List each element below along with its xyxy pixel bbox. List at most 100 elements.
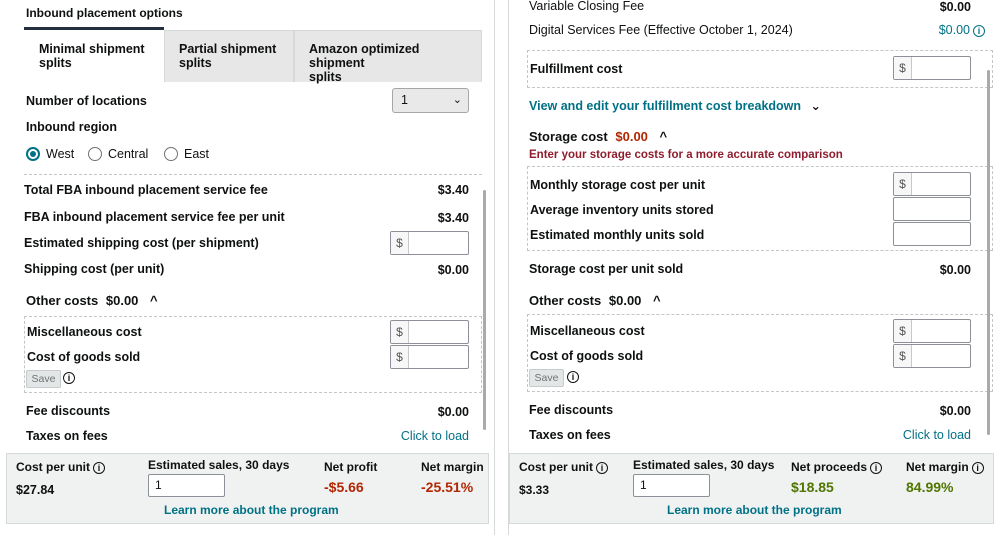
estimated-sales-input[interactable]: 1 [148, 474, 225, 497]
amazon-fulfillment-panel: Variable Closing Fee $0.00 Digital Servi… [508, 0, 1000, 535]
placement-tabs: Minimal shipment splits Partial shipment… [24, 30, 482, 84]
inbound-placement-title: Inbound placement options [26, 6, 183, 20]
other-costs-value: $0.00 [608, 293, 642, 308]
estimated-shipping-label: Estimated shipping cost (per shipment) [24, 236, 259, 250]
taxes-on-fees-label: Taxes on fees [529, 428, 611, 442]
info-icon[interactable]: i [596, 461, 608, 474]
number-of-locations-label: Number of locations [26, 94, 147, 108]
total-placement-fee-value: $3.40 [437, 183, 469, 197]
estimated-sales-input[interactable]: 1 [633, 474, 710, 497]
estimated-sales-label: Estimated sales, 30 days [633, 458, 775, 472]
input-area[interactable] [409, 321, 468, 343]
taxes-click-to-load-link[interactable]: Click to load [380, 429, 469, 443]
other-costs-toggle[interactable]: Other costs $0.00 ^ [26, 293, 158, 308]
cost-per-unit-label: Cost per unit i [16, 460, 105, 474]
input-area[interactable] [409, 346, 468, 368]
chevron-down-icon: ⌄ [810, 99, 822, 113]
inbound-region-label: Inbound region [26, 120, 117, 134]
number-of-locations-select[interactable]: 1 ⌄ [392, 88, 469, 113]
tab-label-line: Minimal shipment [39, 42, 145, 56]
fulfillment-cost-input[interactable]: $ [893, 56, 971, 80]
region-radio-central[interactable]: Central [88, 147, 148, 161]
net-proceeds-value: $18.85 [791, 479, 834, 495]
currency-prefix: $ [391, 346, 409, 368]
info-icon[interactable]: i [93, 461, 105, 474]
net-margin-value: -25.51% [421, 479, 474, 495]
chevron-up-icon: ^ [653, 293, 661, 308]
taxes-click-to-load-link[interactable]: Click to load [879, 428, 971, 442]
input-area[interactable] [912, 320, 970, 342]
est-monthly-sold-input[interactable] [893, 222, 971, 246]
net-margin-label: Net margin i [906, 460, 984, 474]
cogs-input[interactable]: $ [390, 345, 469, 369]
summary-footer: Cost per unit i $3.33 Estimated sales, 30… [509, 453, 994, 524]
variable-closing-fee-value: $0.00 [939, 0, 971, 14]
digital-services-fee-value: $0.00 i [889, 23, 985, 37]
scrollbar[interactable] [483, 190, 486, 430]
other-costs-toggle[interactable]: Other costs $0.00 ^ [529, 293, 661, 308]
digital-fee-text: $0.00 [938, 23, 970, 37]
cost-per-unit-value: $3.33 [519, 483, 550, 497]
tab-minimal-splits[interactable]: Minimal shipment splits [24, 30, 164, 82]
tab-partial-splits[interactable]: Partial shipment splits [164, 30, 294, 82]
input-area[interactable] [912, 345, 970, 367]
shipping-per-unit-value: $0.00 [437, 263, 469, 277]
input-area[interactable] [912, 173, 970, 195]
tab-label-line: splits [179, 56, 212, 70]
misc-cost-label: Miscellaneous cost [27, 325, 142, 339]
save-button[interactable]: Save [529, 369, 564, 387]
input-area[interactable] [912, 57, 970, 79]
info-icon[interactable]: i [567, 371, 579, 383]
estimated-shipping-input[interactable]: $ [390, 231, 469, 255]
tab-label-line: splits [39, 56, 72, 70]
taxes-on-fees-label: Taxes on fees [26, 429, 108, 443]
summary-footer: Cost per unit i $27.84 Estimated sales, 3… [6, 453, 489, 524]
monthly-storage-label: Monthly storage cost per unit [530, 178, 706, 192]
info-icon[interactable]: i [870, 461, 883, 474]
scrollbar[interactable] [987, 70, 990, 435]
avg-inventory-input[interactable] [893, 197, 971, 221]
storage-per-unit-label: Storage cost per unit sold [529, 262, 684, 276]
misc-cost-input[interactable]: $ [893, 319, 971, 343]
region-radio-east[interactable]: East [164, 147, 209, 161]
net-profit-value: -$5.66 [324, 479, 364, 495]
cost-per-unit-text: Cost per unit [519, 460, 593, 474]
radio-unselected-icon [88, 147, 102, 161]
input-area[interactable] [409, 232, 468, 254]
misc-cost-input[interactable]: $ [390, 320, 469, 344]
storage-cost-toggle[interactable]: Storage cost $0.00 ^ [529, 129, 667, 144]
storage-cost-value: $0.00 [615, 129, 648, 144]
currency-prefix: $ [894, 173, 912, 195]
total-placement-fee-label: Total FBA inbound placement service fee [24, 183, 268, 197]
digital-services-fee-label: Digital Services Fee (Effective October … [529, 23, 793, 37]
net-proceeds-label: Net proceeds i [791, 460, 883, 474]
monthly-storage-input[interactable]: $ [893, 172, 971, 196]
info-icon[interactable]: i [971, 461, 984, 474]
fee-discounts-value: $0.00 [939, 404, 971, 418]
region-radio-west[interactable]: West [26, 147, 74, 161]
shipping-per-unit-label: Shipping cost (per unit) [24, 262, 165, 276]
chevron-up-icon: ^ [659, 129, 668, 144]
learn-more-link[interactable]: Learn more about the program [667, 503, 842, 517]
info-icon[interactable]: i [973, 24, 985, 37]
fee-discounts-label: Fee discounts [26, 404, 111, 418]
fulfillment-cost-label: Fulfillment cost [530, 62, 623, 76]
net-margin-value: 84.99% [906, 479, 954, 495]
info-icon[interactable]: i [63, 372, 75, 384]
radio-label: East [184, 147, 210, 161]
fee-discounts-label: Fee discounts [529, 403, 614, 417]
learn-more-link[interactable]: Learn more about the program [164, 503, 339, 517]
cost-per-unit-text: Cost per unit [16, 460, 90, 474]
storage-hint: Enter your storage costs for a more accu… [529, 149, 843, 161]
storage-per-unit-value: $0.00 [939, 263, 971, 277]
variable-closing-fee-label: Variable Closing Fee [529, 0, 645, 13]
cogs-input[interactable]: $ [893, 344, 971, 368]
currency-prefix: $ [894, 345, 912, 367]
estimated-sales-label: Estimated sales, 30 days [148, 458, 290, 472]
save-button[interactable]: Save [26, 370, 61, 388]
radio-unselected-icon [164, 147, 178, 161]
other-costs-label: Other costs [529, 293, 602, 308]
view-edit-breakdown-link[interactable]: View and edit your fulfillment cost brea… [529, 98, 821, 113]
tab-amazon-optimized-splits[interactable]: Amazon optimized shipment splits [294, 30, 482, 84]
radio-selected-icon [26, 147, 40, 161]
